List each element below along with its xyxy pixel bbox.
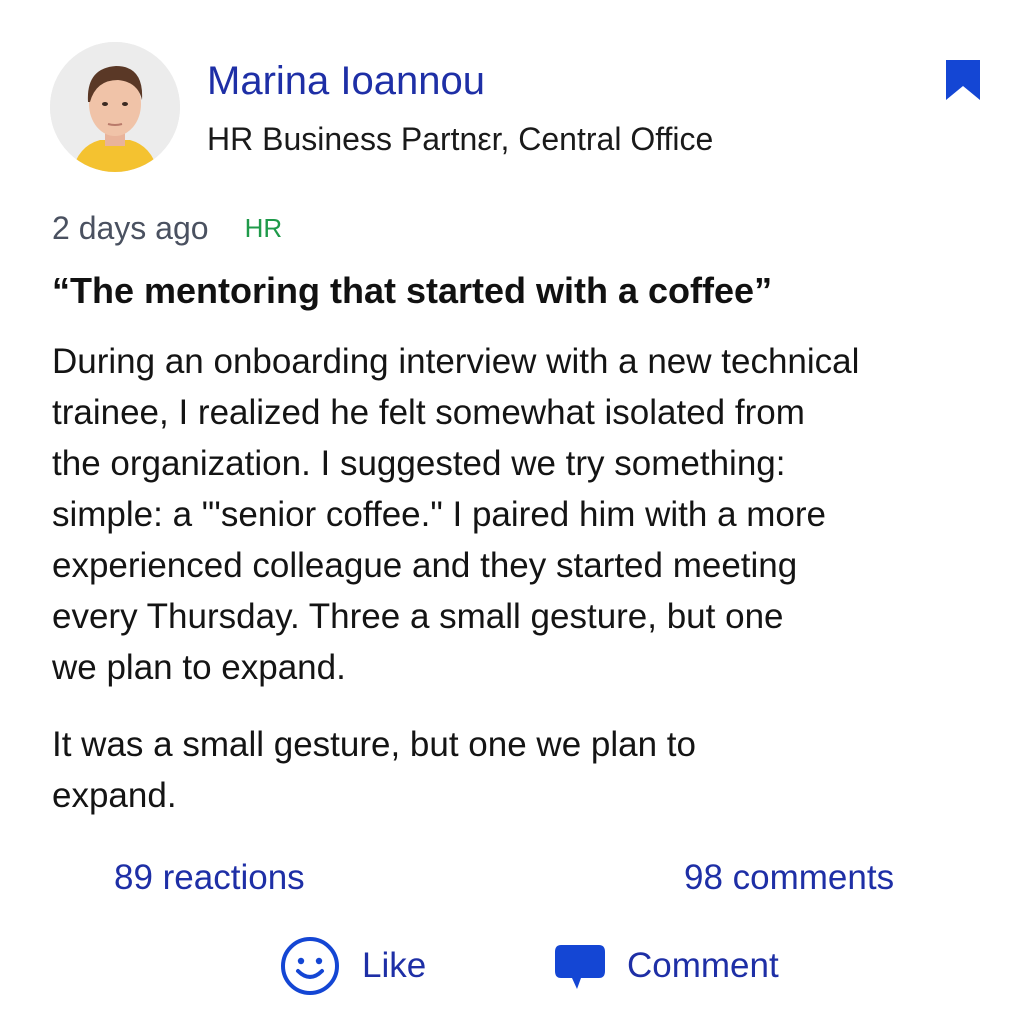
comment-button[interactable]: Comment [553, 934, 779, 998]
body-line: trainee, I realized he felt somewhat iso… [52, 393, 805, 432]
comments-count[interactable]: 98 comments [684, 856, 894, 900]
avatar-portrait [50, 42, 180, 172]
body-line: simple: a "'senior coffee." I paired him… [52, 495, 826, 534]
like-button[interactable]: Like [280, 934, 426, 998]
post-body: During an onboarding interview with a ne… [52, 336, 1012, 821]
body-paragraph-2: It was a small gesture, but one we plan … [52, 719, 1012, 821]
body-line: we plan to expand. [52, 648, 346, 687]
like-label: Like [362, 946, 427, 985]
body-line: expand. [52, 776, 177, 815]
post-card: Marina Ioannou HR Business Partnεr, Cent… [0, 0, 1024, 1024]
body-line: It was a small gesture, but one we plan … [52, 725, 696, 764]
body-line: every Thursday. Three a small gesture, b… [52, 597, 784, 636]
body-line: experienced colleague and they started m… [52, 546, 798, 585]
comment-label: Comment [627, 946, 779, 985]
post-timestamp: 2 days ago [52, 209, 209, 246]
author-name[interactable]: Marina Ioannou [207, 58, 485, 104]
category-tag[interactable]: HR [245, 213, 283, 244]
body-line: During an onboarding interview with a ne… [52, 342, 860, 381]
body-line: the organization. I suggested we try som… [52, 444, 786, 483]
bookmark-icon[interactable] [944, 58, 982, 102]
author-avatar[interactable] [50, 42, 180, 172]
smiley-icon [280, 936, 340, 996]
body-paragraph-1: During an onboarding interview with a ne… [52, 336, 1012, 693]
post-meta: 2 days ago HR [52, 208, 282, 248]
speech-bubble-icon [553, 939, 607, 993]
reactions-count[interactable]: 89 reactions [114, 856, 305, 900]
author-role: HR Business Partnεr, Central Office [207, 121, 714, 157]
post-title: “The mentoring that started with a coffe… [52, 270, 773, 311]
